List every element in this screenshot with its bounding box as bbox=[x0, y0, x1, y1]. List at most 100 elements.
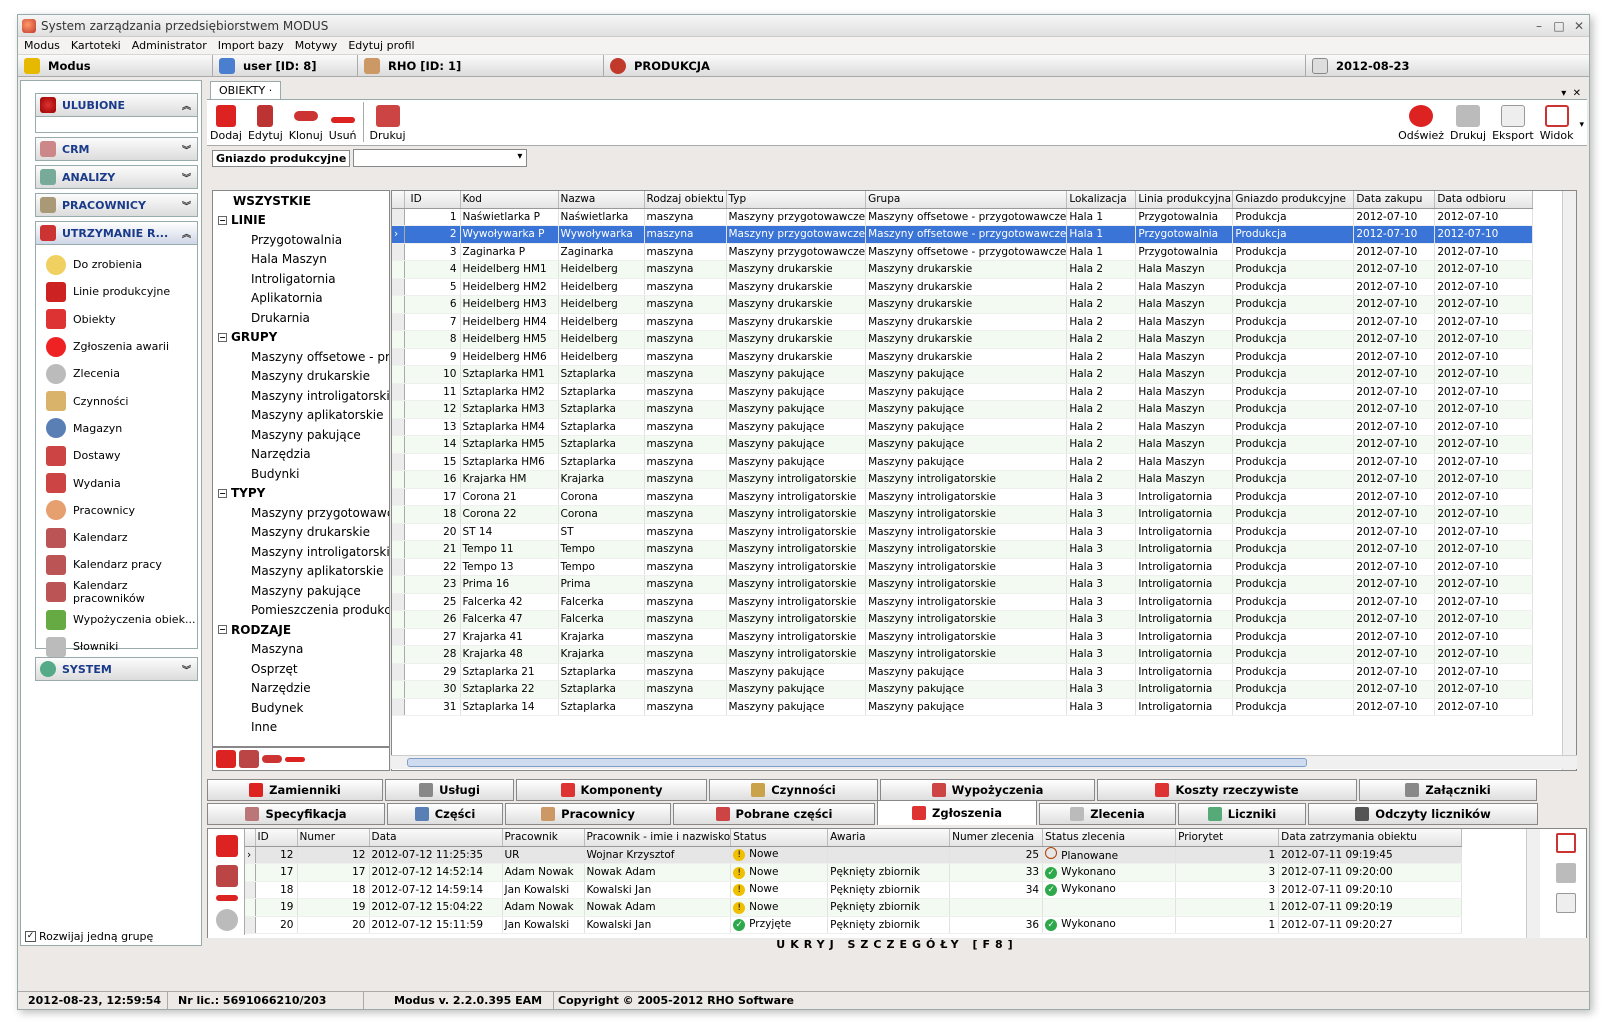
sidebar-item-do-zrobienia[interactable]: Do zrobienia bbox=[36, 251, 197, 278]
menu-administrator[interactable]: Administrator bbox=[132, 39, 207, 52]
row-indicator[interactable] bbox=[392, 610, 405, 629]
row-indicator[interactable] bbox=[392, 365, 405, 384]
sidebar-group-utrzymanie[interactable]: UTRZYMANIE R... ︽ bbox=[35, 221, 198, 245]
column-header[interactable]: Pracownik - imie i nazwisko bbox=[584, 829, 732, 847]
row-indicator[interactable]: › bbox=[245, 846, 256, 864]
tab-koszty-rzeczywiste[interactable]: Koszty rzeczywiste bbox=[1097, 779, 1357, 801]
column-header[interactable]: Numer bbox=[297, 829, 370, 847]
checkbox[interactable]: ✓ bbox=[25, 931, 36, 942]
column-header[interactable]: Status bbox=[730, 829, 829, 847]
scroll-thumb[interactable] bbox=[407, 758, 1307, 767]
table-row[interactable]: 3 Zaginarka P Zaginarka maszyna Maszyny przy… bbox=[392, 243, 1534, 261]
row-indicator[interactable] bbox=[392, 435, 405, 454]
row-indicator[interactable] bbox=[392, 453, 405, 471]
sidebar-item-magazyn[interactable]: Magazyn bbox=[36, 415, 197, 442]
tree-item[interactable]: Drukarnia bbox=[213, 308, 389, 328]
tree-item[interactable]: Maszyny przygotowawcz bbox=[213, 503, 389, 523]
table-row[interactable]: 8 Heidelberg HM5 Heidelberg maszyna Maszyny … bbox=[392, 330, 1534, 349]
row-indicator[interactable] bbox=[392, 418, 405, 436]
tree-item[interactable]: Maszyny introligatorskie bbox=[213, 542, 389, 562]
column-header[interactable]: Data bbox=[369, 829, 503, 847]
export-button[interactable]: Eksport bbox=[1492, 105, 1534, 142]
tab-zlecenia[interactable]: Zlecenia bbox=[1039, 803, 1176, 825]
tree-item[interactable]: Pomieszczenia produkcy bbox=[213, 601, 389, 621]
tree-category[interactable]: − LINIE bbox=[213, 211, 389, 231]
table-row[interactable]: 27 Krajarka 41 Krajarka maszyna Maszyny intr… bbox=[392, 628, 1534, 646]
minus-icon[interactable] bbox=[216, 895, 238, 901]
row-indicator[interactable] bbox=[392, 330, 405, 349]
table-row[interactable]: 31 Sztaplarka 14 Sztaplarka maszyna Maszyny … bbox=[392, 698, 1534, 716]
column-header[interactable]: Typ bbox=[726, 191, 867, 209]
filter-select[interactable] bbox=[353, 149, 528, 167]
row-indicator[interactable] bbox=[392, 680, 405, 699]
sidebar-item-zlecenia[interactable]: Zlecenia bbox=[36, 360, 197, 387]
sidebar-item-linie-produkcyjne[interactable]: Linie produkcyjne bbox=[36, 278, 197, 305]
row-indicator[interactable] bbox=[392, 278, 405, 296]
tab-pobrane-części[interactable]: Pobrane części bbox=[673, 803, 875, 825]
tab-controls[interactable]: ▾ ✕ bbox=[1561, 88, 1587, 99]
column-header[interactable]: Data zatrzymania obiektu bbox=[1278, 829, 1463, 847]
collapse-icon[interactable]: − bbox=[218, 215, 227, 225]
tree-item[interactable]: Maszyny aplikatorskie bbox=[213, 406, 389, 426]
table-row[interactable]: 13 Sztaplarka HM4 Sztaplarka maszyna Maszyny… bbox=[392, 418, 1534, 436]
tree-category[interactable]: − GRUPY bbox=[213, 328, 389, 348]
column-header[interactable]: Awaria bbox=[827, 829, 951, 847]
sidebar-item-obiekty[interactable]: Obiekty bbox=[36, 306, 197, 333]
sidebar-group-pracownicy[interactable]: PRACOWNICY ︾ bbox=[35, 193, 198, 217]
row-indicator[interactable] bbox=[245, 916, 256, 934]
close-icon[interactable]: ✕ bbox=[1569, 19, 1589, 33]
column-header[interactable]: Data odbioru bbox=[1434, 191, 1534, 209]
column-header[interactable]: ID bbox=[255, 829, 298, 847]
column-header[interactable]: Rodzaj obiektu bbox=[644, 191, 727, 209]
row-indicator[interactable] bbox=[392, 295, 405, 314]
tree-root[interactable]: WSZYSTKIE bbox=[213, 191, 389, 211]
row-indicator[interactable] bbox=[392, 645, 405, 664]
table-row[interactable]: 26 Falcerka 47 Falcerka maszyna Maszyny intr… bbox=[392, 610, 1534, 629]
minimize-icon[interactable]: – bbox=[1529, 19, 1549, 33]
sidebar-item-wypozyczenia[interactable]: Wypożyczenia obiek... bbox=[36, 606, 197, 633]
tree-item[interactable]: Hala Maszyn bbox=[213, 250, 389, 270]
sidebar-group-system[interactable]: SYSTEM ︾ bbox=[35, 657, 198, 681]
table-row[interactable]: 17 17 2012-07-12 14:52:14 Adam Nowak Nowak A… bbox=[245, 863, 1463, 882]
tab-załączniki[interactable]: Załączniki bbox=[1359, 779, 1537, 801]
tab-usługi[interactable]: Usługi bbox=[385, 779, 514, 801]
edit-button[interactable]: Edytuj bbox=[248, 105, 283, 142]
tree-item[interactable]: Maszyny drukarskie bbox=[213, 367, 389, 387]
row-indicator[interactable]: › bbox=[392, 225, 405, 244]
table-row[interactable]: › 2 Wywoływarka P Wywoływarka maszyna Maszyny… bbox=[392, 225, 1534, 244]
sidebar-item-kalendarz-pracownikow[interactable]: Kalendarz pracowników bbox=[36, 579, 197, 606]
menu-motywy[interactable]: Motywy bbox=[295, 39, 338, 52]
column-header[interactable]: Nazwa bbox=[558, 191, 645, 209]
row-indicator[interactable] bbox=[392, 243, 405, 261]
row-indicator[interactable] bbox=[392, 348, 405, 366]
table-row[interactable]: 14 Sztaplarka HM5 Sztaplarka maszyna Maszyny… bbox=[392, 435, 1534, 454]
pencil-icon[interactable] bbox=[216, 865, 238, 887]
column-header[interactable]: Kod bbox=[460, 191, 559, 209]
table-row[interactable]: 6 Heidelberg HM3 Heidelberg maszyna Maszyny … bbox=[392, 295, 1534, 314]
column-header[interactable]: Status zlecenia bbox=[1042, 829, 1177, 847]
tab-zgłoszenia[interactable]: Zgłoszenia bbox=[877, 800, 1037, 825]
column-header[interactable]: Linia produkcyjna bbox=[1135, 191, 1234, 209]
tab-liczniki[interactable]: Liczniki bbox=[1178, 803, 1306, 825]
sidebar-group-analizy[interactable]: ANALIZY ︾ bbox=[35, 165, 198, 189]
row-indicator[interactable] bbox=[392, 663, 405, 681]
hide-details-button[interactable]: UKRYJ SZCZEGÓŁY [F8] bbox=[207, 938, 1587, 952]
collapse-icon[interactable]: − bbox=[218, 488, 227, 498]
row-indicator[interactable] bbox=[245, 881, 256, 899]
clone-icon[interactable] bbox=[262, 755, 282, 763]
tab-obiekty[interactable]: OBIEKTY · bbox=[210, 81, 282, 99]
row-indicator[interactable] bbox=[392, 698, 405, 716]
tab-czynności[interactable]: Czynności bbox=[709, 779, 878, 801]
row-indicator[interactable] bbox=[245, 898, 256, 917]
table-row[interactable]: 20 20 2012-07-12 15:11:59 Jan Kowalski Kowal… bbox=[245, 916, 1463, 934]
collapse-icon[interactable]: − bbox=[218, 625, 227, 635]
add-button[interactable]: Dodaj bbox=[210, 105, 242, 142]
printer-icon[interactable] bbox=[1556, 863, 1576, 883]
tree-category[interactable]: − TYPY bbox=[213, 484, 389, 504]
row-indicator[interactable] bbox=[392, 313, 405, 331]
sidebar-item-kalendarz-pracy[interactable]: Kalendarz pracy bbox=[36, 551, 197, 578]
sidebar-item-pracownicy[interactable]: Pracownicy bbox=[36, 497, 197, 524]
tree-item[interactable]: Maszyny pakujące bbox=[213, 425, 389, 445]
table-row[interactable]: 22 Tempo 13 Tempo maszyna Maszyny introligat… bbox=[392, 558, 1534, 576]
plus-icon[interactable] bbox=[216, 750, 236, 768]
